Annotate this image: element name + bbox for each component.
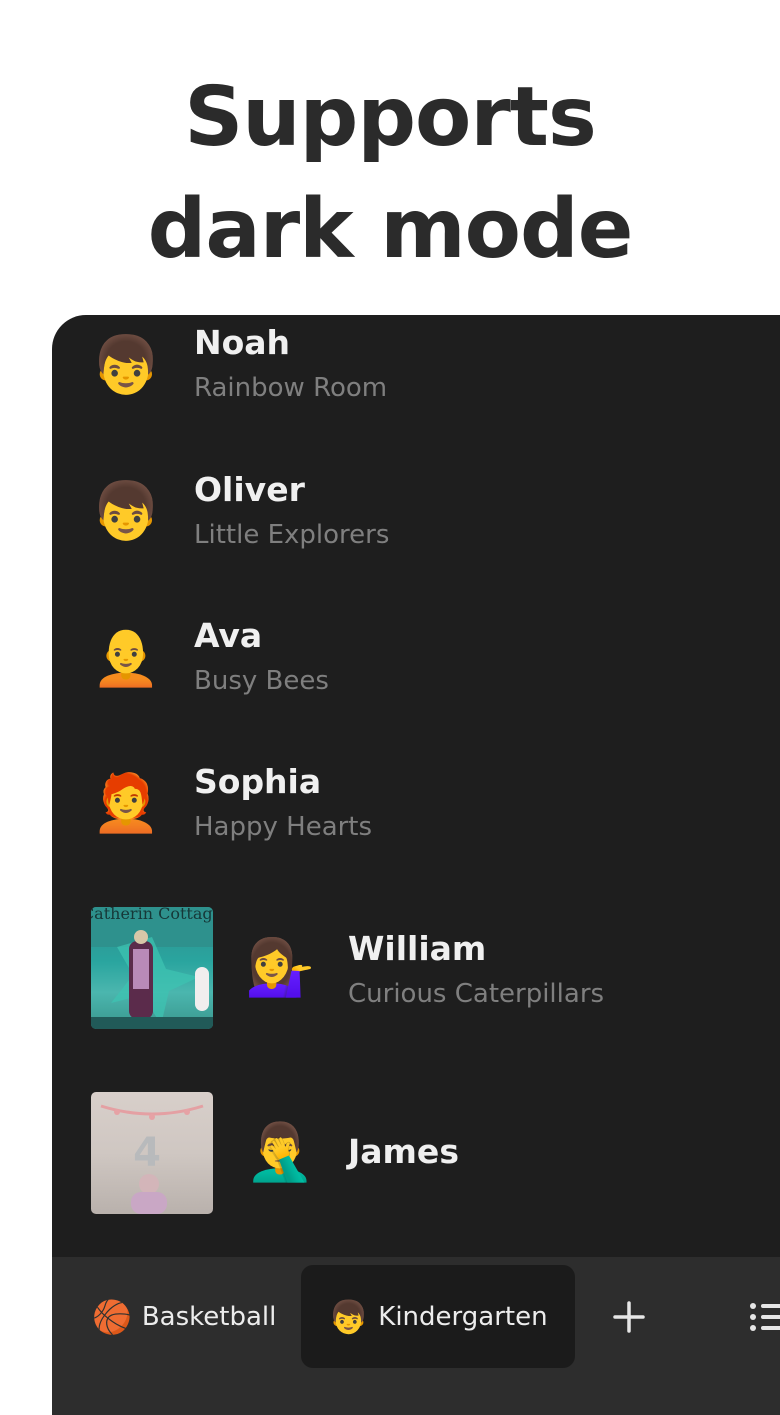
tab-basketball[interactable]: 🏀 Basketball xyxy=(92,1265,276,1368)
list-item[interactable]: 👦 Noah Rainbow Room xyxy=(52,315,780,455)
child-avatar-emoji: 🤦‍♂️ xyxy=(245,1120,315,1185)
child-name: William xyxy=(348,929,487,968)
group-tab-bar: 🏀 Basketball 👦 Kindergarten xyxy=(52,1257,780,1415)
app-screen: 👦 Noah Rainbow Room 👦 Oliver Little Expl… xyxy=(52,315,780,1415)
child-avatar-emoji: 🧑‍🦲 xyxy=(91,625,161,690)
tab-label: Kindergarten xyxy=(378,1301,548,1332)
photo-caption: Catherin Cottage xyxy=(91,907,213,923)
child-photo[interactable]: Catherin Cottage xyxy=(91,907,213,1029)
photo-thumbnail: Catherin Cottage xyxy=(91,907,213,1029)
child-avatar-emoji: 👦 xyxy=(91,479,161,544)
child-name: James xyxy=(348,1132,459,1171)
add-group-button[interactable] xyxy=(604,1265,654,1368)
child-photo[interactable]: 4 xyxy=(91,1092,213,1214)
tab-kindergarten[interactable]: 👦 Kindergarten xyxy=(301,1265,575,1368)
headline-line-2: dark mode xyxy=(147,182,634,277)
photo-thumbnail: 4 xyxy=(100,1104,204,1214)
child-group: Busy Bees xyxy=(194,666,329,696)
headline-line-1: Supports xyxy=(184,70,597,165)
child-group: Curious Caterpillars xyxy=(348,979,605,1009)
child-avatar-emoji: 🧑‍🦰 xyxy=(91,771,161,836)
child-icon: 👦 xyxy=(328,1297,369,1336)
list-icon xyxy=(750,1302,780,1331)
list-item[interactable]: Catherin Cottage 💁‍♀️ William Curious Ca… xyxy=(52,907,780,1031)
list-item[interactable]: 🧑‍🦰 Sophia Happy Hearts xyxy=(52,756,780,896)
plus-icon xyxy=(613,1300,645,1333)
list-item[interactable]: 👦 Oliver Little Explorers xyxy=(52,463,780,603)
child-avatar-emoji: 💁‍♀️ xyxy=(245,935,315,1000)
child-group: Happy Hearts xyxy=(194,812,373,842)
list-view-button[interactable] xyxy=(747,1265,780,1368)
child-name: Ava xyxy=(194,616,263,655)
child-group: Rainbow Room xyxy=(194,373,388,403)
list-item[interactable]: 4 🤦‍♂️ James xyxy=(52,1092,780,1216)
photo-caption: 4 xyxy=(133,1130,161,1176)
headline: Supports dark mode xyxy=(0,62,780,286)
list-item[interactable]: 🧑‍🦲 Ava Busy Bees xyxy=(52,610,780,750)
child-name: Sophia xyxy=(194,762,322,801)
child-avatar-emoji: 👦 xyxy=(91,333,161,398)
child-name: Oliver xyxy=(194,470,305,509)
child-name: Noah xyxy=(194,323,291,362)
tab-label: Basketball xyxy=(141,1301,277,1332)
child-group: Little Explorers xyxy=(194,520,390,550)
basketball-icon: 🏀 xyxy=(92,1297,132,1336)
